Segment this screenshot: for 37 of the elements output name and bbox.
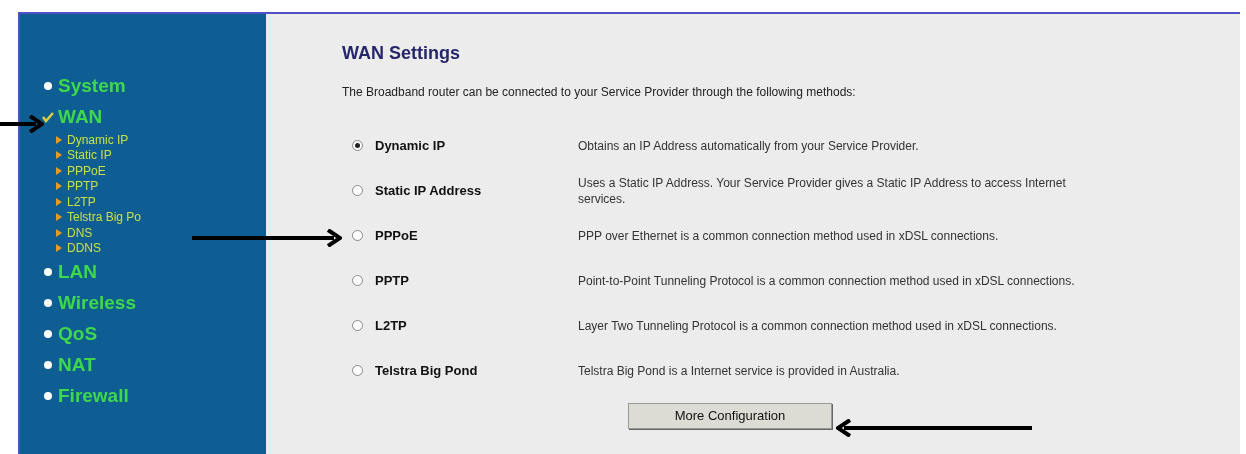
sidebar-subitem[interactable]: L2TP [67, 195, 96, 208]
method-description: Point-to-Point Tunneling Protocol is a common connection method used in xDSL connections. [578, 272, 1076, 289]
sidebar-subitem[interactable]: Dynamic IP [67, 133, 129, 146]
radio-button[interactable] [352, 365, 363, 376]
method-label: PPPoE [375, 226, 418, 245]
radio-button[interactable] [352, 320, 363, 331]
radio-button[interactable] [352, 275, 363, 286]
method-description: Layer Two Tunneling Protocol is a common connection method used in xDSL connections. [578, 317, 1058, 334]
sidebar-subitem[interactable]: PPTP [67, 180, 99, 193]
sidebar-subitem[interactable]: DNS [67, 226, 93, 239]
method-description: Uses a Static IP Address. Your Service Provider gives a Static IP Address to access Internet services. [578, 174, 1067, 207]
method-description: Obtains an IP Address automatically from your Service Provider. [578, 137, 920, 154]
radio-button[interactable] [352, 230, 363, 241]
sidebar-item[interactable]: Wireless [58, 293, 136, 312]
method-label: Dynamic IP [375, 136, 446, 155]
radio-button[interactable] [352, 140, 363, 151]
sidebar-item[interactable]: QoS [58, 324, 98, 343]
radio-button[interactable] [352, 185, 363, 196]
sidebar-subitem[interactable]: Telstra Big Po [67, 211, 142, 224]
method-label: L2TP [375, 316, 407, 335]
more-configuration-button[interactable]: More Configuration [628, 403, 832, 429]
method-label: Telstra Big Pond [375, 361, 478, 380]
method-description: PPP over Ethernet is a common connection method used in xDSL connections. [578, 227, 1000, 244]
sidebar-subitem[interactable]: PPPoE [67, 164, 106, 177]
sidebar-item[interactable]: Firewall [58, 386, 129, 405]
sidebar-subitem[interactable]: Static IP [67, 149, 112, 162]
sidebar-item[interactable]: System [58, 76, 126, 95]
sidebar-item[interactable]: WAN [58, 107, 103, 126]
page-title: WAN Settings [342, 42, 461, 65]
sidebar-subitem[interactable]: DDNS [67, 242, 101, 255]
arrow-drawing [0, 115, 44, 133]
sidebar-item[interactable]: LAN [58, 262, 98, 281]
intro-text: The Broadband router can be connected to your Service Provider through the following methods: [342, 84, 857, 101]
method-label: PPTP [375, 271, 409, 290]
method-label: Static IP Address [375, 181, 482, 200]
sidebar-item[interactable]: NAT [58, 355, 96, 374]
method-description: Telstra Big Pond is a Internet service is provided in Australia. [578, 362, 901, 379]
